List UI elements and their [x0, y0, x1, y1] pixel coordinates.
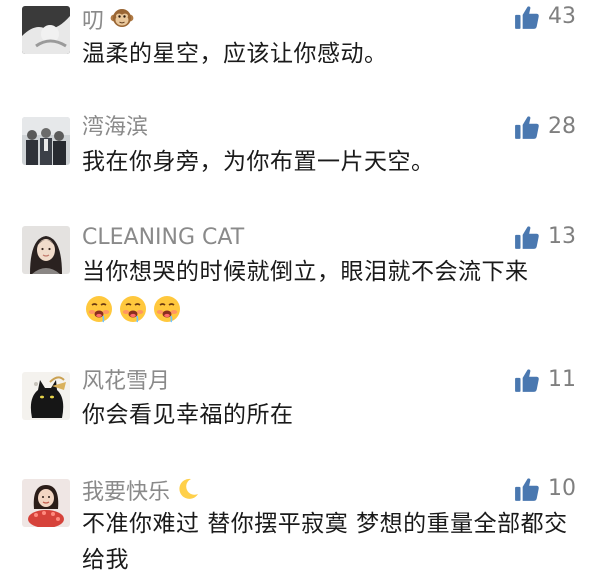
drooling-face-emoji-icon [154, 295, 180, 322]
commenter-name[interactable]: 湾海滨 [82, 114, 148, 142]
comment-text-body: 当你想哭的时候就倒立，眼泪就不会流下来 [82, 259, 529, 285]
like-button[interactable]: 28 [514, 112, 576, 142]
avatar-image [22, 372, 70, 420]
avatar-image [22, 226, 70, 274]
avatar-image [22, 479, 70, 527]
avatar[interactable] [22, 479, 70, 527]
crescent-moon-emoji-icon [176, 477, 200, 509]
commenter-name-text: 叨 [82, 9, 105, 34]
comment-text: 我在你身旁，为你布置一片天空。 [82, 149, 435, 175]
like-count: 43 [548, 4, 576, 29]
commenter-name[interactable]: 风花雪月 [82, 368, 170, 396]
commenter-name[interactable]: CLEANING CAT [82, 224, 244, 252]
avatar-image [22, 117, 70, 165]
avatar-image [22, 6, 70, 54]
like-button[interactable]: 11 [514, 365, 576, 395]
thumbs-up-icon [515, 369, 539, 392]
avatar[interactable] [22, 372, 70, 420]
comment-text: 你会看见幸福的所在 [82, 402, 294, 428]
avatar[interactable] [22, 226, 70, 274]
thumbs-up-icon [515, 226, 539, 249]
like-count: 10 [548, 476, 576, 501]
comment-text: 当你想哭的时候就倒立，眼泪就不会流下来 [82, 254, 562, 326]
avatar[interactable] [22, 117, 70, 165]
commenter-name-text: CLEANING CAT [82, 225, 245, 250]
like-button[interactable]: 13 [514, 222, 576, 252]
like-button[interactable]: 43 [514, 2, 576, 32]
drooling-face-emoji-icon [86, 295, 112, 322]
thumbs-up-icon [515, 6, 539, 29]
drooling-face-emoji-icon [120, 295, 146, 322]
thumbs-up-icon [515, 116, 539, 139]
emoji-group [84, 294, 182, 324]
commenter-name-text: 风花雪月 [82, 369, 171, 394]
commenter-name-text: 我要快乐 [82, 480, 171, 505]
like-count: 13 [548, 224, 576, 249]
avatar[interactable] [22, 6, 70, 54]
commenter-name[interactable]: 我要快乐 [82, 477, 200, 509]
like-count: 11 [548, 367, 576, 392]
commenter-name[interactable]: 叨 [82, 6, 134, 38]
comment-text: 不准你难过 替你摆平寂寞 梦想的重量全部都交给我 [82, 511, 568, 573]
thumbs-up-icon [515, 478, 539, 501]
like-count: 28 [548, 114, 576, 139]
commenter-name-text: 湾海滨 [82, 115, 149, 140]
comment-text: 温柔的星空，应该让你感动。 [82, 41, 388, 67]
like-button[interactable]: 10 [514, 474, 576, 504]
monkey-emoji-icon [110, 6, 134, 38]
